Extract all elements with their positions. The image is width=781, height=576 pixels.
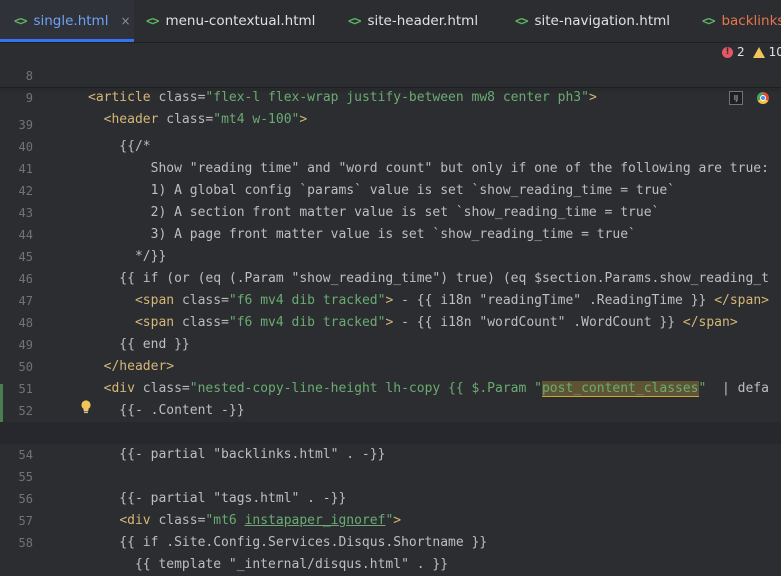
code-line[interactable]: 58 {{ template "_internal/disqus.html" .…	[0, 510, 781, 572]
code-line[interactable]: 48 {{ end }}	[0, 290, 781, 352]
tab-menu-contextual-html[interactable]: <> menu-contextual.html	[146, 0, 315, 42]
code-text: {{ template "_internal/disqus.html" . }}	[88, 557, 449, 572]
code-line[interactable]: 44 */}}	[0, 202, 781, 264]
tab-site-navigation-html[interactable]: <> site-navigation.html	[515, 0, 670, 42]
code-text: {{ if .Site.Config.Services.Disqus.Short…	[88, 535, 488, 550]
error-icon: !	[722, 46, 733, 58]
code-line[interactable]: 53 {{- partial "backlinks.html" . -}}	[0, 400, 781, 462]
code-line[interactable]: 42 2) A section front matter value is se…	[0, 158, 781, 220]
code-line[interactable]: 51 {{- .Content -}}	[0, 356, 781, 418]
code-line[interactable]: 39 {{/*	[0, 92, 781, 154]
code-line[interactable]: 9 <header class="mt4 w-100">	[0, 65, 781, 127]
code-line[interactable]: 8 <article class="flex-l flex-wrap justi…	[0, 43, 781, 105]
code-line[interactable]: 41 1) A global config `params` value is …	[0, 136, 781, 198]
tab-label: menu-contextual.html	[165, 13, 316, 29]
html-file-icon: <>	[348, 14, 361, 28]
close-tab-icon[interactable]: ×	[120, 14, 130, 28]
editor-tab-bar: <> single.html × <> menu-contextual.html…	[0, 0, 781, 43]
code-line[interactable]: 40 Show "reading time" and "word count" …	[0, 114, 781, 176]
sticky-lines-separator	[0, 87, 781, 88]
code-line[interactable]: 50 <div class="nested-copy-line-height l…	[0, 334, 781, 397]
tab-single-html[interactable]: <> single.html ×	[0, 0, 134, 42]
code-line[interactable]: 52	[0, 378, 781, 418]
tab-label: site-navigation.html	[534, 13, 671, 29]
code-line[interactable]: 46 <span class="f6 mv4 dib tracked"> - {…	[0, 246, 781, 308]
html-file-icon: <>	[14, 14, 27, 28]
code-line[interactable]: 47 <span class="f6 mv4 dib tracked"> - {…	[0, 268, 781, 330]
code-line[interactable]: 45 {{ if (or (eq (.Param "show_reading_t…	[0, 224, 781, 286]
html-file-icon: <>	[515, 14, 528, 28]
code-line[interactable]: 55 {{- partial "tags.html" . -}}	[0, 444, 781, 506]
warning-count: 10	[768, 45, 781, 59]
html-file-icon: <>	[146, 14, 159, 28]
tab-backlinks-html[interactable]: <> backlinks.	[702, 0, 781, 42]
code-line-current[interactable]: 54	[0, 422, 781, 462]
tab-label: backlinks.	[721, 13, 781, 29]
code-line[interactable]: 57 {{ if .Site.Config.Services.Disqus.Sh…	[0, 488, 781, 550]
warning-icon	[752, 46, 765, 58]
tab-label: single.html	[33, 13, 109, 29]
line-number: 58	[18, 536, 33, 550]
error-count: 2	[737, 45, 745, 59]
code-line[interactable]: 49 </header>	[0, 312, 781, 374]
tab-site-header-html[interactable]: <> site-header.html	[348, 0, 478, 42]
lightbulb-icon[interactable]	[80, 400, 92, 414]
inspection-widget[interactable]: ! 2 10	[722, 45, 781, 59]
code-line[interactable]: 56 <div class="mt6 instapaper_ignoref">	[0, 466, 781, 528]
tab-label: site-header.html	[367, 13, 479, 29]
html-file-icon: <>	[702, 14, 715, 28]
code-line[interactable]: 43 3) A page front matter value is set `…	[0, 180, 781, 242]
